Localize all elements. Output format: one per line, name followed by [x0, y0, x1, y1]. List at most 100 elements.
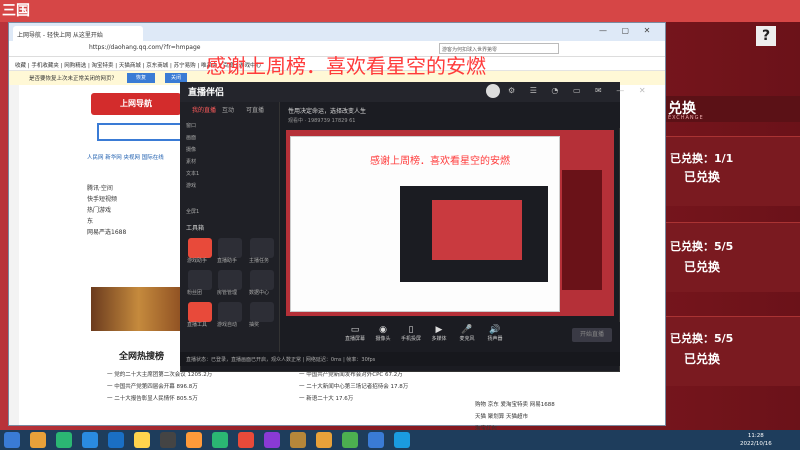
tool-icon[interactable]: [188, 302, 212, 322]
list-item[interactable]: 一 新语二十大 17.6万: [299, 393, 479, 405]
list-item[interactable]: 购物 京东 爱淘宝特卖 网易1688: [475, 399, 595, 411]
exchange-count: 已兑换：5/5: [670, 332, 734, 345]
start-icon[interactable]: [4, 432, 20, 448]
app-icon[interactable]: [30, 432, 46, 448]
tool-icon[interactable]: [250, 302, 274, 322]
tool-label[interactable]: 数据中心: [249, 289, 269, 296]
scene-item[interactable]: 游戏: [186, 182, 196, 189]
hot-list-left[interactable]: 一 党的二十大主席团第二次会议 1205.2万 一 中国共产党第四届会开幕 89…: [107, 369, 287, 405]
clock-date: 2022/10/16: [740, 441, 772, 447]
speaker-button[interactable]: 🔊 扬声器: [480, 325, 510, 342]
tool-icon[interactable]: [188, 270, 212, 290]
overlay-headline: 感谢上周榜．喜欢看星空的安燃: [206, 54, 486, 78]
app-icon[interactable]: [186, 432, 202, 448]
room-meta: 观看中 · 1989739 17829 61: [288, 118, 356, 124]
screen-capture-button[interactable]: ▭ 直播屏幕: [340, 325, 370, 342]
list-item[interactable]: 天猫 聚划算 天猫超市: [475, 411, 595, 423]
tool-label[interactable]: 直播工具: [187, 321, 207, 328]
site-links[interactable]: 腾讯·空间 快手短视频 热门游戏 东 网易严选1688: [87, 183, 126, 238]
exchange-button[interactable]: 已兑换: [684, 258, 720, 275]
scene-item[interactable]: 窗口: [186, 122, 196, 129]
tool-label[interactable]: 游戏自动: [217, 321, 237, 328]
tool-label[interactable]: 房管管理: [217, 289, 237, 296]
list-item[interactable]: 一 中国共产党第四届会开幕 896.8万: [107, 381, 287, 393]
hot-search-title: 全网热搜榜: [119, 352, 165, 362]
help-icon[interactable]: ?: [756, 26, 776, 46]
exchange-count: 已兑换：5/5: [670, 240, 734, 253]
button-label: 直播屏幕: [344, 336, 365, 342]
phone-cast-button[interactable]: ▯ 手机投屏: [396, 325, 426, 342]
site-search-input[interactable]: [97, 123, 187, 141]
speaker-icon: 🔊: [489, 325, 501, 335]
url-field[interactable]: https://daohang.qq.com/?fr=hmpage: [89, 44, 200, 51]
background-logo: 三国: [2, 3, 30, 19]
list-item[interactable]: 网易严选1688: [87, 227, 126, 238]
site-logo[interactable]: 上网导航: [91, 93, 181, 115]
app-icon[interactable]: [394, 432, 410, 448]
tool-icon[interactable]: [188, 238, 212, 258]
scene-item[interactable]: 全屏1: [186, 208, 199, 215]
scene-item[interactable]: 摄像: [186, 146, 196, 153]
button-label: 多媒体: [431, 336, 447, 342]
tool-icon[interactable]: [218, 270, 242, 290]
app-icon[interactable]: [238, 432, 254, 448]
app-icon[interactable]: [290, 432, 306, 448]
clock[interactable]: 11:28 2022/10/16: [740, 432, 772, 448]
tool-label[interactable]: 游戏助手: [187, 257, 207, 264]
site-nav[interactable]: 人民网 新华网 央视网 国际在线: [87, 153, 164, 161]
tab-live[interactable]: 我的直播: [192, 105, 216, 114]
tool-label[interactable]: 直播助手: [217, 257, 237, 264]
tool-icon[interactable]: [218, 302, 242, 322]
exchange-button[interactable]: 已兑换: [684, 168, 720, 185]
promo-image[interactable]: [91, 287, 186, 331]
tab-available[interactable]: 可直播: [246, 105, 264, 114]
tool-icon[interactable]: [218, 238, 242, 258]
exchange-count: 已兑换：1/1: [670, 152, 734, 165]
avatar[interactable]: [486, 84, 500, 98]
tool-label[interactable]: 粉丝团: [187, 289, 202, 296]
hot-list-right[interactable]: 一 中国共产党新闻发布会对外CPC 67.2万 一 二十大新闻中心第三场记者招待…: [299, 369, 479, 405]
app-icon[interactable]: [316, 432, 332, 448]
tools-title: 工具箱: [186, 225, 205, 232]
app-toolbar-icons[interactable]: ⚙ ☰ ◔ ▭ ✉ — ✕: [508, 86, 652, 95]
media-button[interactable]: ▶ 多媒体: [424, 325, 454, 342]
window-controls[interactable]: — ▢ ✕: [599, 26, 656, 35]
tool-label[interactable]: 抽奖: [249, 321, 259, 328]
status-bar: 直播状态：已登录，直播画面已开启，观众人数正常 | 网络延迟：0ms | 帧率：…: [180, 352, 620, 366]
list-item[interactable]: 东: [87, 216, 126, 227]
browser-sidebar: [9, 85, 19, 425]
room-title[interactable]: 性用决定命运，选择改变人生: [288, 106, 366, 115]
app-icon[interactable]: [134, 432, 150, 448]
nested-preview-inner: [432, 200, 522, 260]
exchange-button[interactable]: 已兑换: [684, 350, 720, 367]
scene-item[interactable]: 素材: [186, 158, 196, 165]
app-icon[interactable]: [82, 432, 98, 448]
tab-interact[interactable]: 互动: [222, 105, 234, 114]
app-icon[interactable]: [56, 432, 72, 448]
list-item[interactable]: 热门游戏: [87, 205, 126, 216]
list-item[interactable]: 一 二十大新闻中心第三场记者招待会 17.8万: [299, 381, 479, 393]
microphone-button[interactable]: 🎤 麦克风: [452, 325, 482, 342]
exchange-subtitle: EXCHANGE: [668, 115, 704, 121]
scene-item[interactable]: 画面: [186, 134, 196, 141]
app-icon[interactable]: [368, 432, 384, 448]
app-icon[interactable]: [264, 432, 280, 448]
list-item[interactable]: 腾讯·空间: [87, 183, 126, 194]
app-icon[interactable]: [212, 432, 228, 448]
start-live-button[interactable]: 开始直播: [572, 328, 612, 342]
tool-icon[interactable]: [250, 238, 274, 258]
scene-item[interactable]: 文本1: [186, 170, 199, 177]
app-icon[interactable]: [342, 432, 358, 448]
phone-icon: ▯: [408, 325, 414, 335]
app-icon[interactable]: [160, 432, 176, 448]
tool-label[interactable]: 主播任务: [249, 257, 269, 264]
restore-button[interactable]: 恢复: [127, 73, 155, 83]
list-item[interactable]: 一 二十大报告彰显人民情怀 805.5万: [107, 393, 287, 405]
button-label: 摄像头: [375, 336, 391, 342]
camera-button[interactable]: ◉ 摄像头: [368, 325, 398, 342]
preview-exchange-panel: [562, 170, 602, 290]
list-item[interactable]: 快手短视频: [87, 194, 126, 205]
browser-tab[interactable]: 上网导航 - 轻快上网 从这里开始: [13, 26, 143, 41]
app-icon[interactable]: [108, 432, 124, 448]
tool-icon[interactable]: [250, 270, 274, 290]
